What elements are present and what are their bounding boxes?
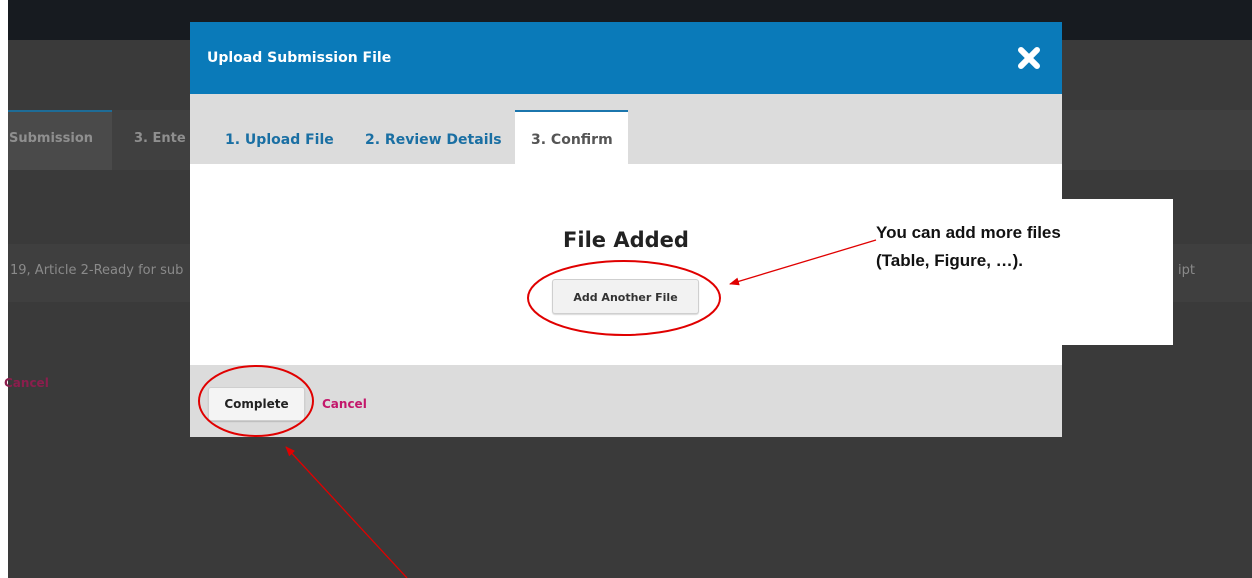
add-another-file-button[interactable]: Add Another File [552,279,699,314]
modal-title: Upload Submission File [207,50,392,66]
callout-line-1: You can add more files [876,223,1061,242]
tab-confirm-label: 3. Confirm [531,132,613,148]
modal-tab-bar: 1. Upload File 2. Review Details 3. Conf… [190,94,1062,164]
background-file-type: ipt [1178,263,1195,278]
callout-text: You can add more files (Table, Figure, …… [876,219,1171,275]
left-margin [0,0,8,578]
close-button[interactable] [1016,45,1042,71]
annotation-callout: You can add more files (Table, Figure, …… [866,199,1173,345]
background-cancel-link: Cancel [4,376,49,390]
tab-upload-file[interactable]: 1. Upload File [225,132,334,148]
tab-review-details[interactable]: 2. Review Details [365,132,502,148]
cancel-link[interactable]: Cancel [322,397,367,411]
complete-button[interactable]: Complete [208,387,305,421]
modal-footer: Complete Cancel [190,365,1062,437]
background-tab-enter: 3. Ente [134,131,186,146]
background-tab-submission: Submission [9,131,94,146]
close-x-icon [1018,47,1040,69]
callout-line-2: (Table, Figure, …). [876,251,1024,270]
tab-confirm[interactable]: 3. Confirm [515,110,628,164]
background-file-name: 19, Article 2-Ready for sub [10,263,184,278]
modal-header: Upload Submission File [190,22,1062,94]
